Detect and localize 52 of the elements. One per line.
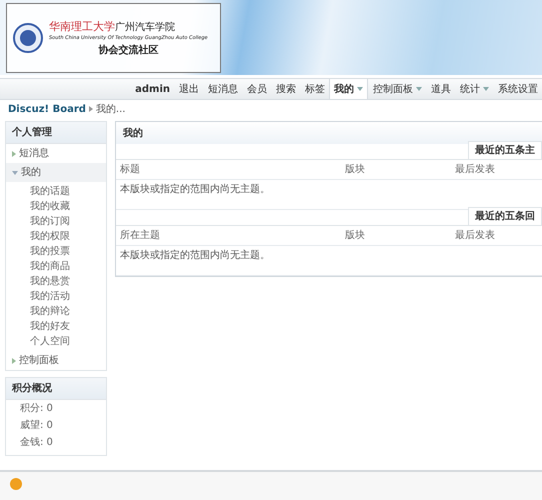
section-tab[interactable]: 最近的五条主 [468,141,542,159]
column-header: 版块 [345,228,366,243]
nav-link[interactable]: 短消息 [203,79,242,99]
sidebar-subitem[interactable]: 我的投票 [6,244,106,259]
nav-link[interactable]: 搜索 [271,79,300,99]
sidebar-item[interactable]: 我的 [6,163,106,182]
column-header: 最后发表 [455,228,496,243]
sidebar-subitem[interactable]: 我的订阅 [6,214,106,229]
sidebar-subitem[interactable]: 我的权限 [6,229,106,244]
sidebar-item[interactable]: 短消息 [6,144,106,163]
sidebar-subitem[interactable]: 我的悬赏 [6,274,106,289]
column-header: 最后发表 [455,162,496,177]
community-name: 协会交流社区 [97,43,160,58]
column-header: 所在主题 [120,228,161,243]
credits-title: 积分概况 [6,378,106,400]
item-label: 控制面板 [19,354,59,368]
sidebar-subitem[interactable]: 我的商品 [6,259,106,274]
dot-icon [10,478,22,490]
column-header: 标题 [120,162,141,177]
credit-value: 积分: 0 [19,402,54,416]
expand-icon [12,150,16,156]
credit-value: 金钱: 0 [19,436,54,450]
credit-value: 威望: 0 [19,418,54,433]
sidebar-item[interactable]: 控制面板 [6,351,106,370]
nav-link[interactable]: 控制面板 [368,79,426,99]
sidebar-subitem[interactable]: 个人空间 [6,334,106,349]
nav-link[interactable]: 道具 [426,79,455,99]
breadcrumb-current: 我的... [96,102,126,117]
sidebar-subitem[interactable]: 我的活动 [6,289,106,304]
collapse-icon [12,170,18,174]
breadcrumb-link[interactable]: Discuz! Board [8,102,86,117]
college-name: 广州汽车学院 [115,22,175,32]
nav-link[interactable]: 统计 [455,79,493,99]
item-label: 短消息 [19,146,49,161]
expand-icon [12,358,16,364]
sidebar-subitem[interactable]: 我的好友 [6,319,106,334]
nav-link[interactable]: 标签 [300,79,329,99]
sidebar-subitem[interactable]: 我的收藏 [6,199,106,214]
nav-link[interactable]: 我的 [329,79,368,99]
school-name: 华南理工大学 [49,20,115,32]
emblem-icon [13,23,43,53]
nav-link[interactable]: 会员 [242,79,271,99]
username-link[interactable]: admin [130,79,174,99]
empty-message: 本版块或指定的范围内尚无主题。 [116,246,542,276]
sidebar-subitem[interactable]: 我的话题 [6,184,106,199]
sidebar-subitem[interactable]: 我的辩论 [6,304,106,319]
section-tab[interactable]: 最近的五条回 [468,207,542,225]
nav-link[interactable]: 系统设置 [493,79,542,99]
item-label: 我的 [21,166,41,180]
sidebar-title: 个人管理 [6,122,106,144]
column-header: 版块 [345,162,366,177]
nav-link[interactable]: 退出 [174,79,203,99]
